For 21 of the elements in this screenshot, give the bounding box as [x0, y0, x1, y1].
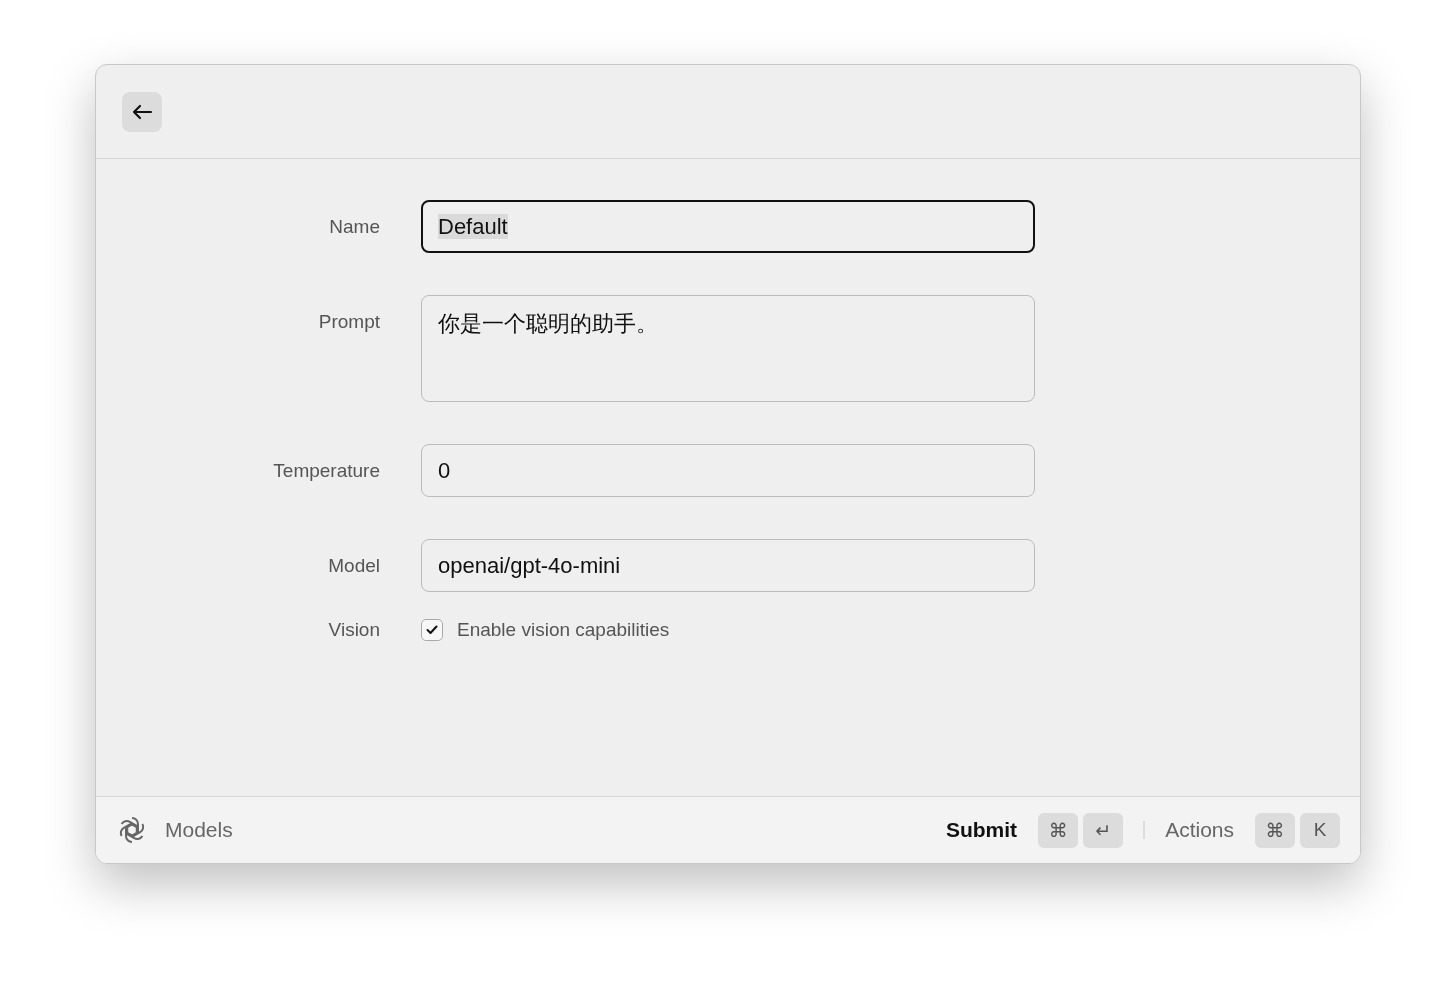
text-field[interactable]: Default: [421, 200, 1035, 253]
field-label: Prompt: [317, 310, 380, 333]
prompt-textarea[interactable]: 你是一个聪明的助手。: [421, 295, 1035, 402]
shortcut-key: ⌘: [1255, 812, 1295, 848]
submit-button[interactable]: Submit: [939, 818, 1024, 842]
footer-title: Models: [165, 818, 233, 842]
back-arrow-icon: [131, 103, 153, 120]
field-label: Temperature: [272, 459, 380, 482]
back-button[interactable]: [122, 91, 162, 132]
checkbox-label: Enable vision capabilities: [457, 619, 670, 641]
actions-button[interactable]: Actions: [1159, 818, 1240, 842]
checkmark-icon: [426, 625, 438, 635]
field-label: Name: [328, 215, 380, 238]
checkbox[interactable]: [421, 619, 443, 641]
shortcut-key: K: [1300, 812, 1340, 848]
shortcut-key: ↵: [1083, 812, 1124, 848]
field-label: Vision: [327, 619, 380, 641]
shortcut-key: ⌘: [1038, 812, 1079, 848]
field-label: Model: [327, 554, 380, 577]
text-field[interactable]: 0: [421, 444, 1035, 497]
text-field[interactable]: openai/gpt-4o-mini: [421, 539, 1035, 592]
